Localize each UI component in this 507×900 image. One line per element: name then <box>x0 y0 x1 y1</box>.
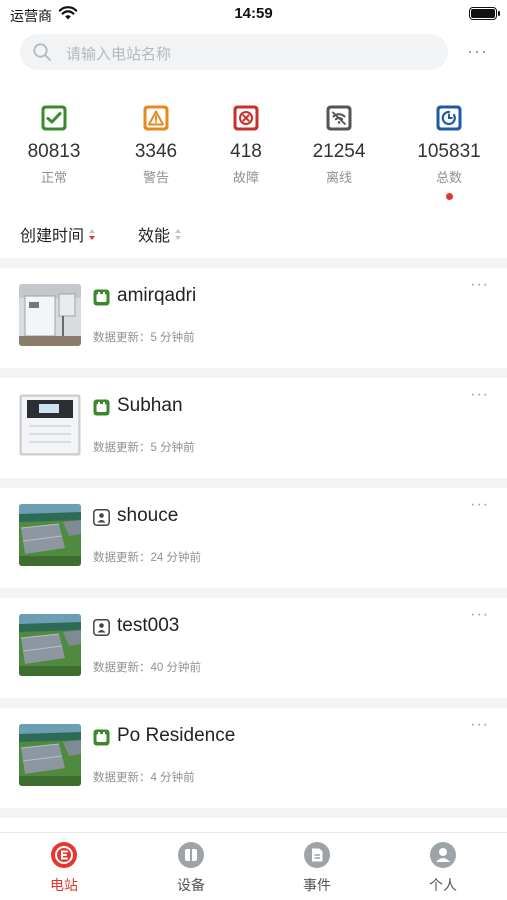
station-item[interactable]: test003 数据更新：40 分钟前 ··· <box>0 598 507 698</box>
inverter-photo <box>19 394 81 456</box>
plant-green-icon <box>93 729 110 746</box>
plant-green-icon <box>93 289 110 306</box>
stat-total[interactable]: 105831 总数 <box>399 104 499 186</box>
warning-icon <box>143 105 169 131</box>
tab-device-label: 设备 <box>177 877 205 893</box>
station-name: test003 <box>117 615 180 636</box>
more-options-icon[interactable]: ··· <box>470 496 489 514</box>
search-icon <box>33 43 51 61</box>
divider <box>0 588 507 598</box>
sort-arrows-icon <box>175 228 182 240</box>
selected-dot-indicator <box>446 193 453 200</box>
stat-offline[interactable]: 21254 离线 <box>289 104 389 186</box>
residential-icon <box>93 619 110 636</box>
stat-warning-label: 警告 <box>142 170 169 185</box>
status-bar: 运营商 14:59 <box>0 0 507 28</box>
station-name: Po Residence <box>117 725 236 746</box>
stat-offline-label: 离线 <box>325 170 352 185</box>
residential-icon <box>93 509 110 526</box>
solar-field-photo <box>19 724 81 786</box>
sort-efficiency-label: 效能 <box>138 228 171 245</box>
station-item[interactable]: shouce 数据更新：24 分钟前 ··· <box>0 488 507 588</box>
station-update-time: 数据更新：5 分钟前 <box>93 442 195 454</box>
sort-created-time[interactable]: 创建时间 <box>20 222 96 246</box>
station-update-time: 数据更新：5 分钟前 <box>93 332 195 344</box>
profile-icon <box>430 842 456 868</box>
divider <box>0 258 507 268</box>
divider <box>0 698 507 708</box>
check-icon <box>41 105 67 131</box>
stat-normal-label: 正常 <box>40 170 67 185</box>
station-item[interactable]: amirqadri 数据更新：5 分钟前 ··· <box>0 268 507 368</box>
tab-event-label: 事件 <box>303 877 331 893</box>
stat-warning[interactable]: 3346 警告 <box>106 104 206 186</box>
stat-fault-label: 故障 <box>232 170 259 185</box>
bottom-tab-bar: 电站 设备 事件 个人 <box>0 832 507 900</box>
station-update-time: 数据更新：4 分钟前 <box>93 772 195 784</box>
divider <box>0 808 507 818</box>
stat-total-value: 105831 <box>417 141 481 162</box>
solar-field-photo <box>19 614 81 676</box>
tab-profile-label: 个人 <box>429 877 457 893</box>
tab-station-label: 电站 <box>50 877 78 893</box>
search-input[interactable]: 请输入电站名称 <box>20 34 448 70</box>
sort-bar: 创建时间 效能 <box>0 222 507 248</box>
station-item[interactable]: Subhan 数据更新：5 分钟前 ··· <box>0 378 507 478</box>
stat-fault-value: 418 <box>230 141 262 162</box>
status-summary: 80813 正常 3346 警告 418 故障 21254 离线 105831 … <box>0 104 507 204</box>
station-update-time: 数据更新：40 分钟前 <box>93 662 201 674</box>
stat-total-label: 总数 <box>435 170 462 185</box>
more-options-icon[interactable]: ··· <box>470 716 489 734</box>
sort-created-time-label: 创建时间 <box>20 228 85 245</box>
more-options-icon[interactable]: ··· <box>470 276 489 294</box>
event-icon <box>304 842 330 868</box>
battery-icon <box>469 7 500 20</box>
inverter-photo <box>19 284 81 346</box>
search-placeholder: 请输入电站名称 <box>66 46 172 63</box>
tab-station[interactable]: 电站 <box>24 841 104 895</box>
device-icon <box>178 842 204 868</box>
station-name: amirqadri <box>117 285 197 306</box>
stat-offline-value: 21254 <box>312 141 366 162</box>
station-icon <box>51 842 77 868</box>
station-item[interactable]: Po Residence 数据更新：4 分钟前 ··· <box>0 708 507 808</box>
more-options-icon[interactable]: ··· <box>470 606 489 624</box>
tab-event[interactable]: 事件 <box>277 841 357 895</box>
sort-arrows-icon <box>89 228 96 240</box>
fault-icon <box>233 105 259 131</box>
total-icon <box>436 105 462 131</box>
station-name: Subhan <box>117 395 183 416</box>
offline-wifi-icon <box>326 105 352 131</box>
station-name: shouce <box>117 505 179 526</box>
more-options-icon[interactable]: ··· <box>467 42 489 60</box>
stat-fault[interactable]: 418 故障 <box>196 104 296 186</box>
tab-profile[interactable]: 个人 <box>403 841 483 895</box>
stat-normal-value: 80813 <box>27 141 81 162</box>
stat-warning-value: 3346 <box>134 141 178 162</box>
tab-device[interactable]: 设备 <box>151 841 231 895</box>
station-update-time: 数据更新：24 分钟前 <box>93 552 201 564</box>
plant-green-icon <box>93 399 110 416</box>
sort-efficiency[interactable]: 效能 <box>138 222 182 246</box>
divider <box>0 478 507 488</box>
divider <box>0 368 507 378</box>
clock: 14:59 <box>234 5 273 22</box>
stat-normal[interactable]: 80813 正常 <box>4 104 104 186</box>
more-options-icon[interactable]: ··· <box>470 386 489 404</box>
solar-field-photo <box>19 504 81 566</box>
